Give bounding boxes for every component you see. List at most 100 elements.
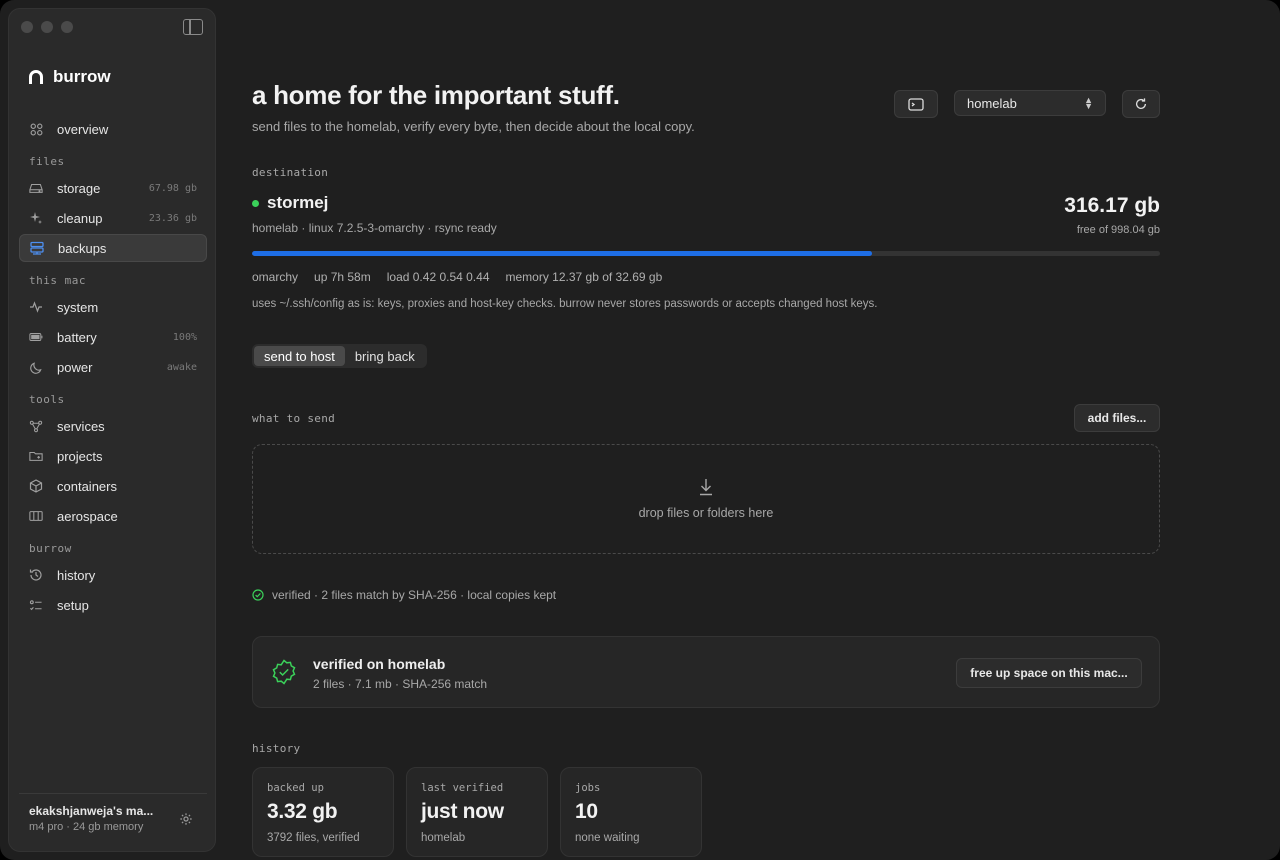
- free-space-total: free of 998.04 gb: [1076, 224, 1160, 236]
- sidebar-item-overview[interactable]: overview: [19, 115, 207, 143]
- pulse-icon: [29, 300, 43, 314]
- sidebar-item-cleanup[interactable]: cleanup 23.36 gb: [19, 204, 207, 232]
- app-window: burrow overview files storage 67.98 gb clean…: [0, 0, 1280, 860]
- server-icon: [30, 241, 44, 255]
- history-card: last verified just now homelab: [406, 767, 548, 857]
- sidebar-item-label: backups: [58, 240, 107, 256]
- what-to-send-label: what to send: [252, 412, 336, 425]
- account-info[interactable]: ekakshjanweja's ma... m4 pro · 24 gb mem…: [19, 793, 207, 841]
- free-space-value: 316.17 gb: [1064, 194, 1160, 217]
- chevron-up-down-icon: ▲ ▼: [1084, 95, 1093, 111]
- history-card-label: jobs: [575, 782, 601, 794]
- refresh-button[interactable]: [1122, 90, 1160, 118]
- history-cards: backed up 3.32 gb 3792 files, verified last…: [252, 767, 1160, 857]
- host-name: stormej: [267, 193, 329, 212]
- sidebar-section-title: tools: [29, 393, 65, 406]
- sidebar-section-title: files: [29, 155, 65, 168]
- sidebar-item-system[interactable]: system: [19, 293, 207, 321]
- verified-card: verified on homelab 2 files · 7.1 mb · S…: [252, 636, 1160, 708]
- sidebar-item-label: cleanup: [57, 210, 103, 226]
- host-stats: omarchy up 7h 58m load 0.42 0.54 0.44 memor…: [252, 270, 1160, 284]
- sidebar-item-services[interactable]: services: [19, 412, 207, 440]
- host-select[interactable]: homelab ▲ ▼: [954, 90, 1106, 116]
- sidebar-item-containers[interactable]: containers: [19, 472, 207, 500]
- history-card: backed up 3.32 gb 3792 files, verified: [252, 767, 394, 857]
- host-stat: memory 12.37 gb of 32.69 gb: [505, 270, 663, 284]
- sidebar-item-label: projects: [57, 448, 103, 464]
- bring-back-tab[interactable]: bring back: [345, 346, 425, 366]
- destination-section: destination stormej homelab · linux 7.2.…: [252, 166, 1160, 310]
- gear-icon[interactable]: [179, 812, 193, 831]
- verify-status: verified · 2 files match by SHA-256 · lo…: [252, 588, 1160, 602]
- download-arrow-icon: [698, 478, 714, 500]
- sidebar-item-label: system: [57, 299, 99, 315]
- verified-badge-icon: [271, 659, 297, 690]
- terminal-button[interactable]: [894, 90, 938, 118]
- sidebar-nav: overview files storage 67.98 gb cleanup 23.36…: [19, 115, 207, 621]
- history-card: jobs 10 none waiting: [560, 767, 702, 857]
- header-actions: homelab ▲ ▼: [894, 90, 1160, 118]
- sidebar-toggle-icon[interactable]: [183, 19, 203, 35]
- box-icon: [29, 479, 43, 493]
- file-dropzone[interactable]: drop files or folders here: [252, 444, 1160, 554]
- disk-usage-bar: [252, 251, 1160, 256]
- disk-usage-fill: [252, 251, 873, 256]
- host-select-value: homelab: [967, 95, 1017, 111]
- sidebar-item-aerospace[interactable]: aerospace: [19, 502, 207, 530]
- sidebar-item-backups[interactable]: backups: [19, 234, 207, 262]
- sidebar-item-label: containers: [57, 478, 117, 494]
- history-card-sub: homelab: [421, 832, 466, 844]
- close-window-button[interactable]: [21, 21, 33, 33]
- host-row: stormej: [252, 193, 1160, 213]
- sidebar: burrow overview files storage 67.98 gb clean…: [8, 8, 216, 852]
- sidebar-section-title: burrow: [29, 542, 72, 555]
- sparkle-icon: [29, 211, 43, 225]
- host-stat: load 0.42 0.54 0.44: [386, 270, 490, 284]
- sidebar-item-power[interactable]: power awake: [19, 353, 207, 381]
- zoom-window-button[interactable]: [61, 21, 73, 33]
- history-card-value: just now: [421, 800, 504, 823]
- history-label: history: [252, 742, 301, 755]
- send-to-host-tab[interactable]: send to host: [254, 346, 345, 366]
- add-files-button[interactable]: add files...: [1074, 404, 1160, 432]
- moon-icon: [29, 360, 43, 374]
- verified-title: verified on homelab: [313, 656, 446, 672]
- sidebar-item-label: history: [57, 567, 96, 583]
- history-icon: [29, 568, 43, 582]
- dropzone-text: drop files or folders here: [638, 506, 774, 520]
- sidebar-item-label: battery: [57, 329, 97, 345]
- sidebar-item-meta: 100%: [172, 331, 197, 343]
- history-card-label: last verified: [421, 782, 504, 794]
- online-status-icon: [252, 199, 259, 207]
- sidebar-item-label: storage: [57, 180, 101, 196]
- host-stat: omarchy: [252, 270, 299, 284]
- sidebar-item-history[interactable]: history: [19, 561, 207, 589]
- sidebar-item-label: aerospace: [57, 508, 118, 524]
- sidebar-item-projects[interactable]: projects: [19, 442, 207, 470]
- sidebar-item-meta: 23.36 gb: [148, 212, 197, 224]
- refresh-icon: [1135, 98, 1147, 109]
- window-controls: [21, 21, 73, 33]
- destination-label: destination: [252, 166, 329, 179]
- ssh-note: uses ~/.ssh/config as is: keys, proxies …: [252, 298, 878, 310]
- history-card-sub: none waiting: [575, 832, 640, 844]
- history-card-label: backed up: [267, 782, 324, 794]
- free-up-space-button[interactable]: free up space on this mac...: [956, 658, 1142, 688]
- minimize-window-button[interactable]: [41, 21, 53, 33]
- terminal-icon: [908, 97, 924, 111]
- nodes-icon: [29, 419, 43, 433]
- page-subtitle: send files to the homelab, verify every …: [252, 119, 695, 134]
- grid-icon: [29, 122, 43, 136]
- history-card-sub: 3792 files, verified: [267, 832, 360, 844]
- free-space: 316.17 gb free of 998.04 gb: [1064, 194, 1160, 236]
- verified-sub: 2 files · 7.1 mb · SHA-256 match: [313, 677, 488, 691]
- brand: burrow: [29, 67, 111, 87]
- verify-status-text: verified · 2 files match by SHA-256 · lo…: [272, 588, 557, 602]
- sidebar-item-storage[interactable]: storage 67.98 gb: [19, 174, 207, 202]
- sidebar-item-setup[interactable]: setup: [19, 591, 207, 619]
- sidebar-item-battery[interactable]: battery 100%: [19, 323, 207, 351]
- battery-icon: [29, 330, 43, 344]
- drive-icon: [29, 181, 43, 195]
- sidebar-item-label: services: [57, 418, 105, 434]
- host-details: homelab · linux 7.2.5-3-omarchy · rsync …: [252, 221, 497, 235]
